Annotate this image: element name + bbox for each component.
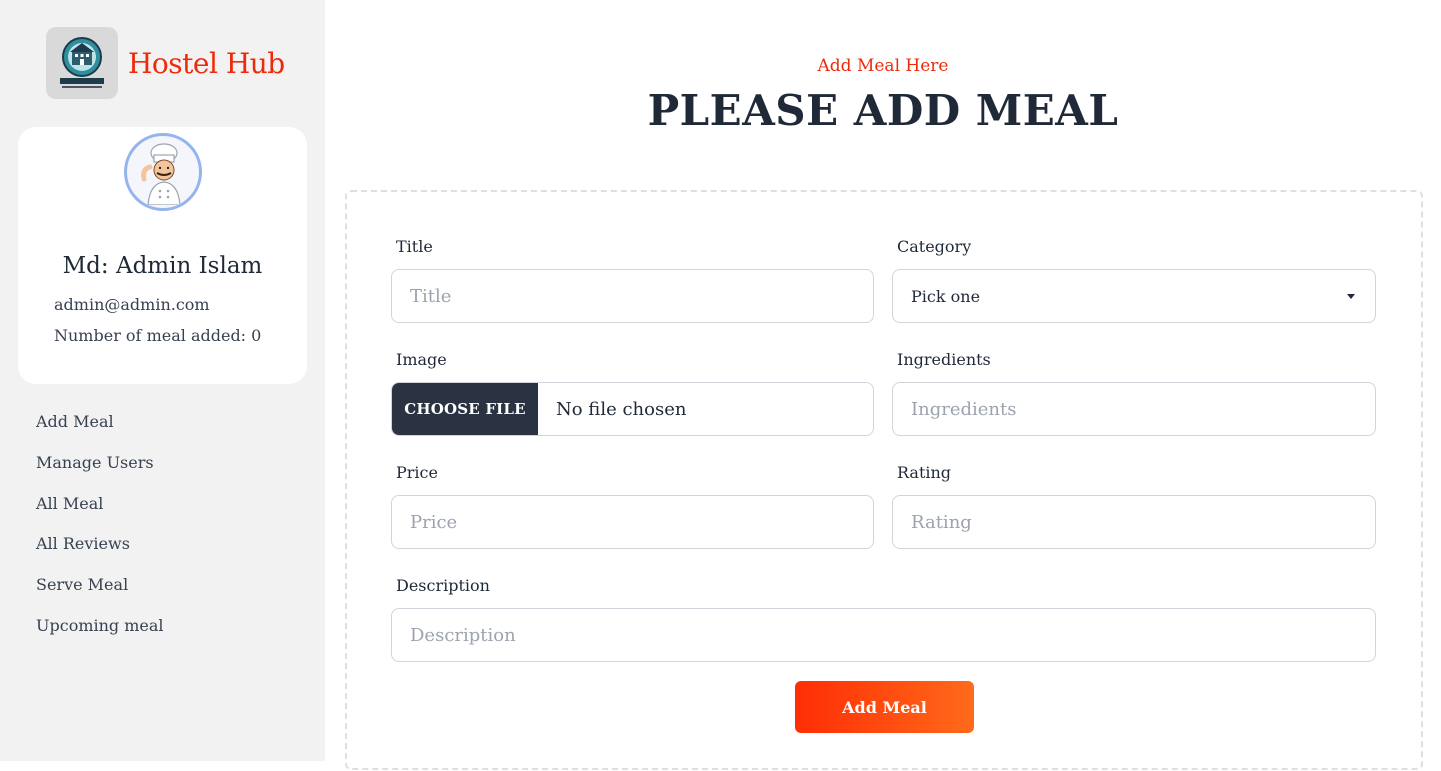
nav-item-all-meal[interactable]: All Meal [36,493,164,534]
meal-count: Number of meal added: 0 [54,326,262,345]
nav-item-all-reviews[interactable]: All Reviews [36,533,164,574]
sidebar-nav: Add Meal Manage Users All Meal All Revie… [36,411,164,656]
page-title: PLEASE ADD MEAL [647,86,1119,135]
title-input[interactable] [391,269,874,323]
description-label: Description [396,576,490,595]
choose-file-button[interactable]: CHOOSE FILE [392,383,538,435]
chef-avatar [124,133,202,211]
profile-email: admin@admin.com [54,295,210,314]
category-selected-value: Pick one [911,286,981,306]
profile-name: Md: Admin Islam [62,253,263,279]
page-subtitle: Add Meal Here [817,56,949,76]
rating-label: Rating [897,463,952,482]
price-label: Price [396,463,438,482]
chevron-down-icon [1347,293,1355,299]
brand-name: Hostel Hub [128,46,285,80]
nav-item-manage-users[interactable]: Manage Users [36,452,164,493]
category-label: Category [897,237,972,256]
title-label: Title [396,237,433,256]
price-input[interactable] [391,495,874,549]
file-status: No file chosen [556,398,687,420]
brand[interactable]: Hostel Hub [46,27,285,99]
sidebar: Hostel Hub Md: Admin Islam admin@admin.c… [0,0,325,761]
rating-input[interactable] [892,495,1376,549]
ingredients-label: Ingredients [897,350,991,369]
nav-item-add-meal[interactable]: Add Meal [36,411,164,452]
hostel-hub-logo [46,27,118,99]
profile-card: Md: Admin Islam admin@admin.com Number o… [18,127,307,384]
category-select[interactable]: Pick one [892,269,1376,323]
ingredients-input[interactable] [892,382,1376,436]
nav-item-upcoming-meal[interactable]: Upcoming meal [36,615,164,656]
nav-item-serve-meal[interactable]: Serve Meal [36,574,164,615]
add-meal-button[interactable]: Add Meal [795,681,974,733]
image-label: Image [396,350,447,369]
image-file-input[interactable]: CHOOSE FILE No file chosen [391,382,874,436]
add-meal-form: Title Category Pick one Image CHOOSE FIL… [345,190,1423,770]
description-input[interactable] [391,608,1376,662]
